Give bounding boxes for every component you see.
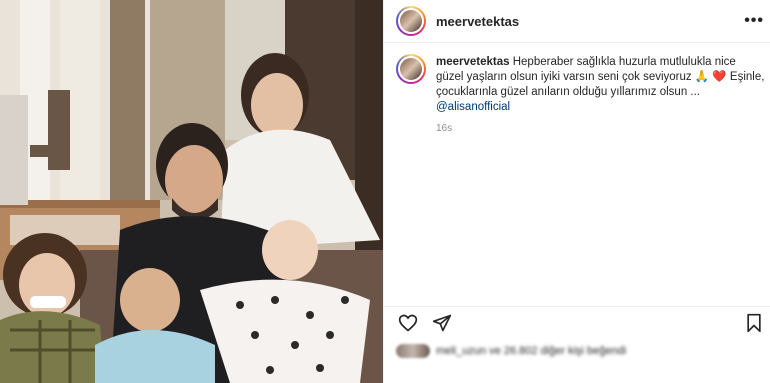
likes-text-blurred: meli_uzun ve 26.802 diğer kişi beğendi xyxy=(436,345,627,357)
caption-body: meervetektas Hepberaber sağlıkla huzurla… xyxy=(436,55,766,136)
action-bar xyxy=(384,306,770,339)
avatar[interactable] xyxy=(396,6,426,36)
post-photo[interactable] xyxy=(0,0,383,383)
post-side-panel: meervetektas ••• meervetektas Hepberaber… xyxy=(383,0,770,383)
caption-comment: meervetektas Hepberaber sağlıkla huzurla… xyxy=(384,43,770,136)
avatar-image xyxy=(398,56,424,82)
family-photo-illustration xyxy=(0,0,383,383)
paper-plane-icon[interactable] xyxy=(430,311,454,335)
instagram-post: meervetektas ••• meervetektas Hepberaber… xyxy=(0,0,770,383)
likes-row[interactable]: meli_uzun ve 26.802 diğer kişi beğendi xyxy=(396,344,626,358)
caption-ellipsis: ... xyxy=(690,86,701,98)
post-header: meervetektas ••• xyxy=(384,0,770,43)
more-options-icon[interactable]: ••• xyxy=(744,12,764,30)
bookmark-icon[interactable] xyxy=(742,311,766,335)
heart-outline-icon[interactable] xyxy=(396,311,420,335)
caption-avatar[interactable] xyxy=(396,54,426,84)
caption-emoji: 🙏 ❤️ xyxy=(694,71,727,83)
caption-username[interactable]: meervetektas xyxy=(436,56,510,68)
avatar-image xyxy=(398,8,424,34)
caption-mention-link[interactable]: @alisanofficial xyxy=(436,101,510,113)
post-timestamp[interactable]: 16s xyxy=(436,121,766,136)
header-username[interactable]: meervetektas xyxy=(436,14,519,29)
liker-avatars-blurred xyxy=(396,344,430,358)
